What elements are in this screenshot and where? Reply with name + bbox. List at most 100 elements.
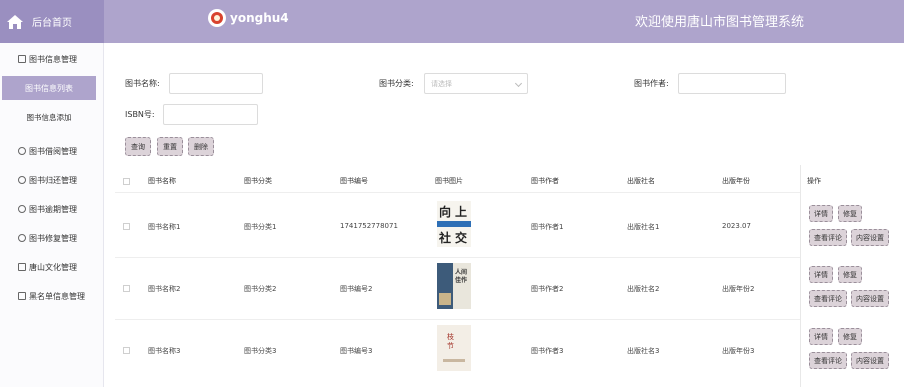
- avatar: [208, 9, 226, 27]
- detail-button-label: 详情: [814, 270, 828, 279]
- cell-code: 1741752778071: [340, 222, 398, 230]
- row-checkbox[interactable]: [123, 285, 130, 292]
- view-comments-button-label: 查看评论: [814, 356, 842, 365]
- select-all-checkbox[interactable]: [123, 178, 130, 185]
- detail-button-label: 详情: [814, 332, 828, 341]
- delete-button[interactable]: 删除: [188, 137, 214, 156]
- column-header-category: 图书分类: [244, 177, 272, 185]
- app-root: 后台首页 yonghu4 欢迎使用唐山市图书管理系统 图书信息管理 图书信息列表…: [0, 0, 904, 387]
- cover-title: 枝节: [447, 333, 454, 351]
- row-checkbox[interactable]: [123, 223, 130, 230]
- column-header-year: 出版年份: [722, 177, 750, 185]
- sidebar-item-culture[interactable]: 唐山文化管理: [0, 257, 104, 277]
- repair-button-label: 修复: [843, 332, 857, 341]
- repair-button[interactable]: 修复: [838, 266, 862, 283]
- repair-button[interactable]: 修复: [838, 328, 862, 345]
- detail-button[interactable]: 详情: [809, 266, 833, 283]
- palette-icon: [18, 234, 26, 242]
- cell-category: 图书分类2: [244, 285, 277, 293]
- row-divider: [115, 192, 800, 193]
- view-comments-button[interactable]: 查看评论: [809, 352, 847, 369]
- book-cover-image[interactable]: 向 上 社 交: [437, 201, 471, 247]
- row-checkbox[interactable]: [123, 347, 130, 354]
- cover-stripe: [437, 221, 471, 227]
- query-button[interactable]: 查询: [125, 137, 151, 156]
- sidebar-item-borrow[interactable]: 图书借阅管理: [0, 141, 104, 161]
- cell-book-name: 图书名称3: [148, 347, 181, 355]
- sidebar-item-label: 黑名单信息管理: [29, 291, 85, 301]
- cover-stripe: [443, 359, 465, 362]
- cell-code: 图书编号2: [340, 285, 373, 293]
- cover-char: 向: [439, 205, 452, 219]
- home-button[interactable]: 后台首页: [0, 0, 104, 43]
- star-icon: [18, 176, 26, 184]
- actions-column: 操作 详情 修复 查看评论 内容设置 详情 修复 查看评论 内容设置 详情 修复…: [800, 165, 904, 387]
- sidebar-item-label: 图书归还管理: [29, 175, 77, 185]
- sidebar-sub-item-book-add[interactable]: 图书信息添加: [0, 107, 98, 127]
- view-comments-button-label: 查看评论: [814, 294, 842, 303]
- book-cover-image[interactable]: 枝节: [437, 325, 471, 371]
- sidebar-item-label: 图书信息管理: [29, 54, 77, 64]
- view-comments-button-label: 查看评论: [814, 233, 842, 242]
- row-divider: [115, 319, 800, 320]
- sidebar: 图书信息管理 图书信息列表 图书信息添加 图书借阅管理 图书归还管理 图书逾期管…: [0, 43, 104, 387]
- detail-button[interactable]: 详情: [809, 205, 833, 222]
- sidebar-item-label: 图书修复管理: [29, 233, 77, 243]
- sidebar-item-blacklist[interactable]: 黑名单信息管理: [0, 286, 104, 306]
- cover-char: 节: [447, 342, 454, 350]
- sidebar-sub-item-book-list[interactable]: 图书信息列表: [2, 76, 96, 100]
- username: yonghu4: [230, 11, 289, 25]
- cover-title: 人间 佳作: [455, 269, 467, 285]
- view-comments-button[interactable]: 查看评论: [809, 290, 847, 307]
- cell-author: 图书作者2: [531, 285, 564, 293]
- query-button-label: 查询: [131, 142, 145, 151]
- refresh-icon: [18, 147, 26, 155]
- system-title: 欢迎使用唐山市图书管理系统: [634, 15, 804, 30]
- list-icon: [18, 292, 26, 300]
- sidebar-sub-item-label: 图书信息添加: [26, 112, 72, 122]
- content-settings-button[interactable]: 内容设置: [851, 352, 889, 369]
- repair-button-label: 修复: [843, 270, 857, 279]
- detail-button-label: 详情: [814, 209, 828, 218]
- sidebar-item-book-info[interactable]: 图书信息管理: [0, 49, 104, 69]
- repair-button[interactable]: 修复: [838, 205, 862, 222]
- cell-author: 图书作者1: [531, 223, 564, 231]
- chevron-down-icon: [514, 79, 523, 88]
- home-label: 后台首页: [32, 18, 72, 29]
- detail-button[interactable]: 详情: [809, 328, 833, 345]
- sidebar-item-return[interactable]: 图书归还管理: [0, 170, 104, 190]
- cell-category: 图书分类1: [244, 223, 277, 231]
- cover-char: 社: [439, 231, 452, 245]
- content-settings-button[interactable]: 内容设置: [851, 290, 889, 307]
- book-name-input[interactable]: [169, 73, 263, 94]
- book-icon: [18, 55, 26, 63]
- book-cover-image[interactable]: 人间 佳作: [437, 263, 471, 309]
- isbn-input[interactable]: [163, 104, 258, 125]
- home-icon: [7, 14, 23, 29]
- content-settings-button-label: 内容设置: [856, 356, 884, 365]
- column-header-author: 图书作者: [531, 177, 559, 185]
- clock-icon: [18, 205, 26, 213]
- user-info[interactable]: yonghu4: [208, 9, 289, 27]
- sidebar-item-label: 唐山文化管理: [29, 262, 77, 272]
- sidebar-item-label: 图书逾期管理: [29, 204, 77, 214]
- sidebar-item-overdue[interactable]: 图书逾期管理: [0, 199, 104, 219]
- cover-char: 枝: [447, 333, 454, 341]
- column-header-publisher: 出版社名: [627, 177, 655, 185]
- reset-button[interactable]: 重置: [157, 137, 183, 156]
- column-header-code: 图书编号: [340, 177, 368, 185]
- sidebar-item-label: 图书借阅管理: [29, 146, 77, 156]
- sidebar-item-repair[interactable]: 图书修复管理: [0, 228, 104, 248]
- column-header-image: 图书图片: [435, 177, 463, 185]
- author-input[interactable]: [678, 73, 786, 94]
- cell-publisher: 出版社名3: [627, 347, 660, 355]
- row-divider: [115, 257, 800, 258]
- content-settings-button[interactable]: 内容设置: [851, 229, 889, 246]
- cell-publisher: 出版社名2: [627, 285, 660, 293]
- sidebar-sub-item-label: 图书信息列表: [25, 83, 73, 93]
- isbn-label: ISBN号:: [125, 110, 155, 119]
- view-comments-button[interactable]: 查看评论: [809, 229, 847, 246]
- category-select[interactable]: 请选择: [424, 73, 528, 94]
- content-settings-button-label: 内容设置: [856, 233, 884, 242]
- cover-char: 交: [455, 231, 468, 245]
